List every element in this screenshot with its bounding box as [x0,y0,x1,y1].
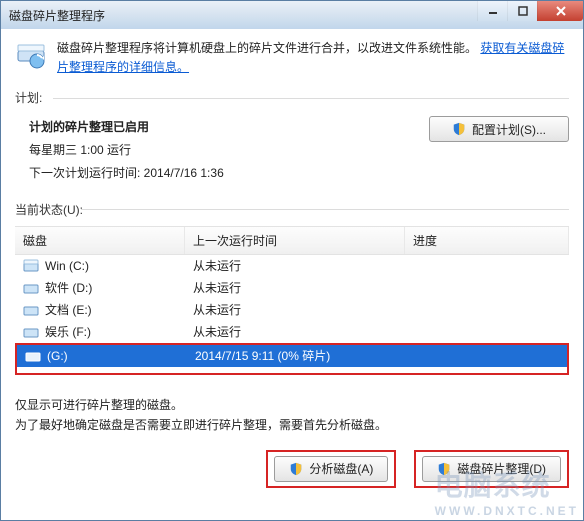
disk-name: (G:) [47,349,68,363]
banner-description: 磁盘碎片整理程序将计算机硬盘上的碎片文件进行合并，以改进文件系统性能。 [57,41,477,55]
footer-buttons: 分析磁盘(A) 磁盘碎片整理(D) [1,436,583,488]
disk-table: 磁盘 上一次运行时间 进度 Win (C:) 从未运行 软件 (D:) 从未运行 [15,226,569,375]
disk-last-run: 从未运行 [185,279,405,296]
window-title: 磁盘碎片整理程序 [9,7,105,24]
selected-row-highlight: (G:) 2014/7/15 9:11 (0% 碎片) [15,343,569,375]
shield-icon [289,462,303,476]
watermark-small: WWW.DNXTC.NET [435,504,579,518]
drive-icon [23,325,39,339]
drive-icon [23,303,39,317]
schedule-info: 计划的碎片整理已启用 每星期三 1:00 运行 下一次计划运行时间: 2014/… [29,116,224,184]
close-button[interactable] [537,1,583,21]
minimize-button[interactable] [477,1,507,21]
drive-icon [25,349,41,363]
shield-icon [437,462,451,476]
disk-last-run: 从未运行 [185,257,405,274]
schedule-actions: 配置计划(S)... [429,116,569,184]
titlebar: 磁盘碎片整理程序 [1,1,583,29]
table-row[interactable]: 文档 (E:) 从未运行 [15,299,569,321]
disk-last-run: 从未运行 [185,301,405,318]
schedule-frequency: 每星期三 1:00 运行 [29,139,224,162]
table-header: 磁盘 上一次运行时间 进度 [15,227,569,255]
analyze-disk-label: 分析磁盘(A) [309,460,373,477]
shield-icon [452,122,466,136]
footer-note-1: 仅显示可进行碎片整理的磁盘。 [15,395,569,415]
disk-name: Win (C:) [45,259,89,273]
header-last-run[interactable]: 上一次运行时间 [185,227,405,254]
banner-text: 磁盘碎片整理程序将计算机硬盘上的碎片文件进行合并，以改进文件系统性能。 获取有关… [57,39,569,77]
table-row[interactable]: 软件 (D:) 从未运行 [15,277,569,299]
defrag-icon [15,39,47,71]
schedule-heading: 计划的碎片整理已启用 [29,116,224,139]
analyze-disk-button[interactable]: 分析磁盘(A) [274,456,388,482]
footer-notes: 仅显示可进行碎片整理的磁盘。 为了最好地确定磁盘是否需要立即进行碎片整理，需要首… [1,377,583,436]
table-body: Win (C:) 从未运行 软件 (D:) 从未运行 文档 (E:) 从未运行 [15,255,569,375]
defrag-window: 磁盘碎片整理程序 磁盘碎片整理程序将计算机硬盘上的碎片文件进行 [0,0,584,521]
table-row[interactable]: Win (C:) 从未运行 [15,255,569,277]
configure-schedule-label: 配置计划(S)... [472,121,546,138]
maximize-button[interactable] [507,1,537,21]
analyze-highlight-box: 分析磁盘(A) [266,450,396,488]
schedule-section-label: 计划: [1,89,583,106]
disk-last-run: 2014/7/15 9:11 (0% 碎片) [187,347,407,364]
footer-note-2: 为了最好地确定磁盘是否需要立即进行碎片整理，需要首先分析磁盘。 [15,415,569,435]
header-disk[interactable]: 磁盘 [15,227,185,254]
drive-icon [23,281,39,295]
header-progress[interactable]: 进度 [405,227,569,254]
configure-schedule-button[interactable]: 配置计划(S)... [429,116,569,142]
schedule-panel: 计划的碎片整理已启用 每星期三 1:00 运行 下一次计划运行时间: 2014/… [1,106,583,200]
disk-name: 娱乐 (F:) [45,323,91,340]
defrag-disk-button[interactable]: 磁盘碎片整理(D) [422,456,561,482]
info-banner: 磁盘碎片整理程序将计算机硬盘上的碎片文件进行合并，以改进文件系统性能。 获取有关… [1,29,583,89]
table-row[interactable]: 娱乐 (F:) 从未运行 [15,321,569,343]
window-controls [477,1,583,21]
defrag-highlight-box: 磁盘碎片整理(D) [414,450,569,488]
disk-name: 软件 (D:) [45,279,92,296]
status-section-label: 当前状态(U): [1,201,583,218]
defrag-disk-label: 磁盘碎片整理(D) [457,460,546,477]
schedule-next-run: 下一次计划运行时间: 2014/7/16 1:36 [29,162,224,185]
disk-name: 文档 (E:) [45,301,92,318]
table-row-selected[interactable]: (G:) 2014/7/15 9:11 (0% 碎片) [17,345,567,367]
table-row-blank [17,367,567,373]
drive-icon [23,259,39,273]
disk-last-run: 从未运行 [185,323,405,340]
